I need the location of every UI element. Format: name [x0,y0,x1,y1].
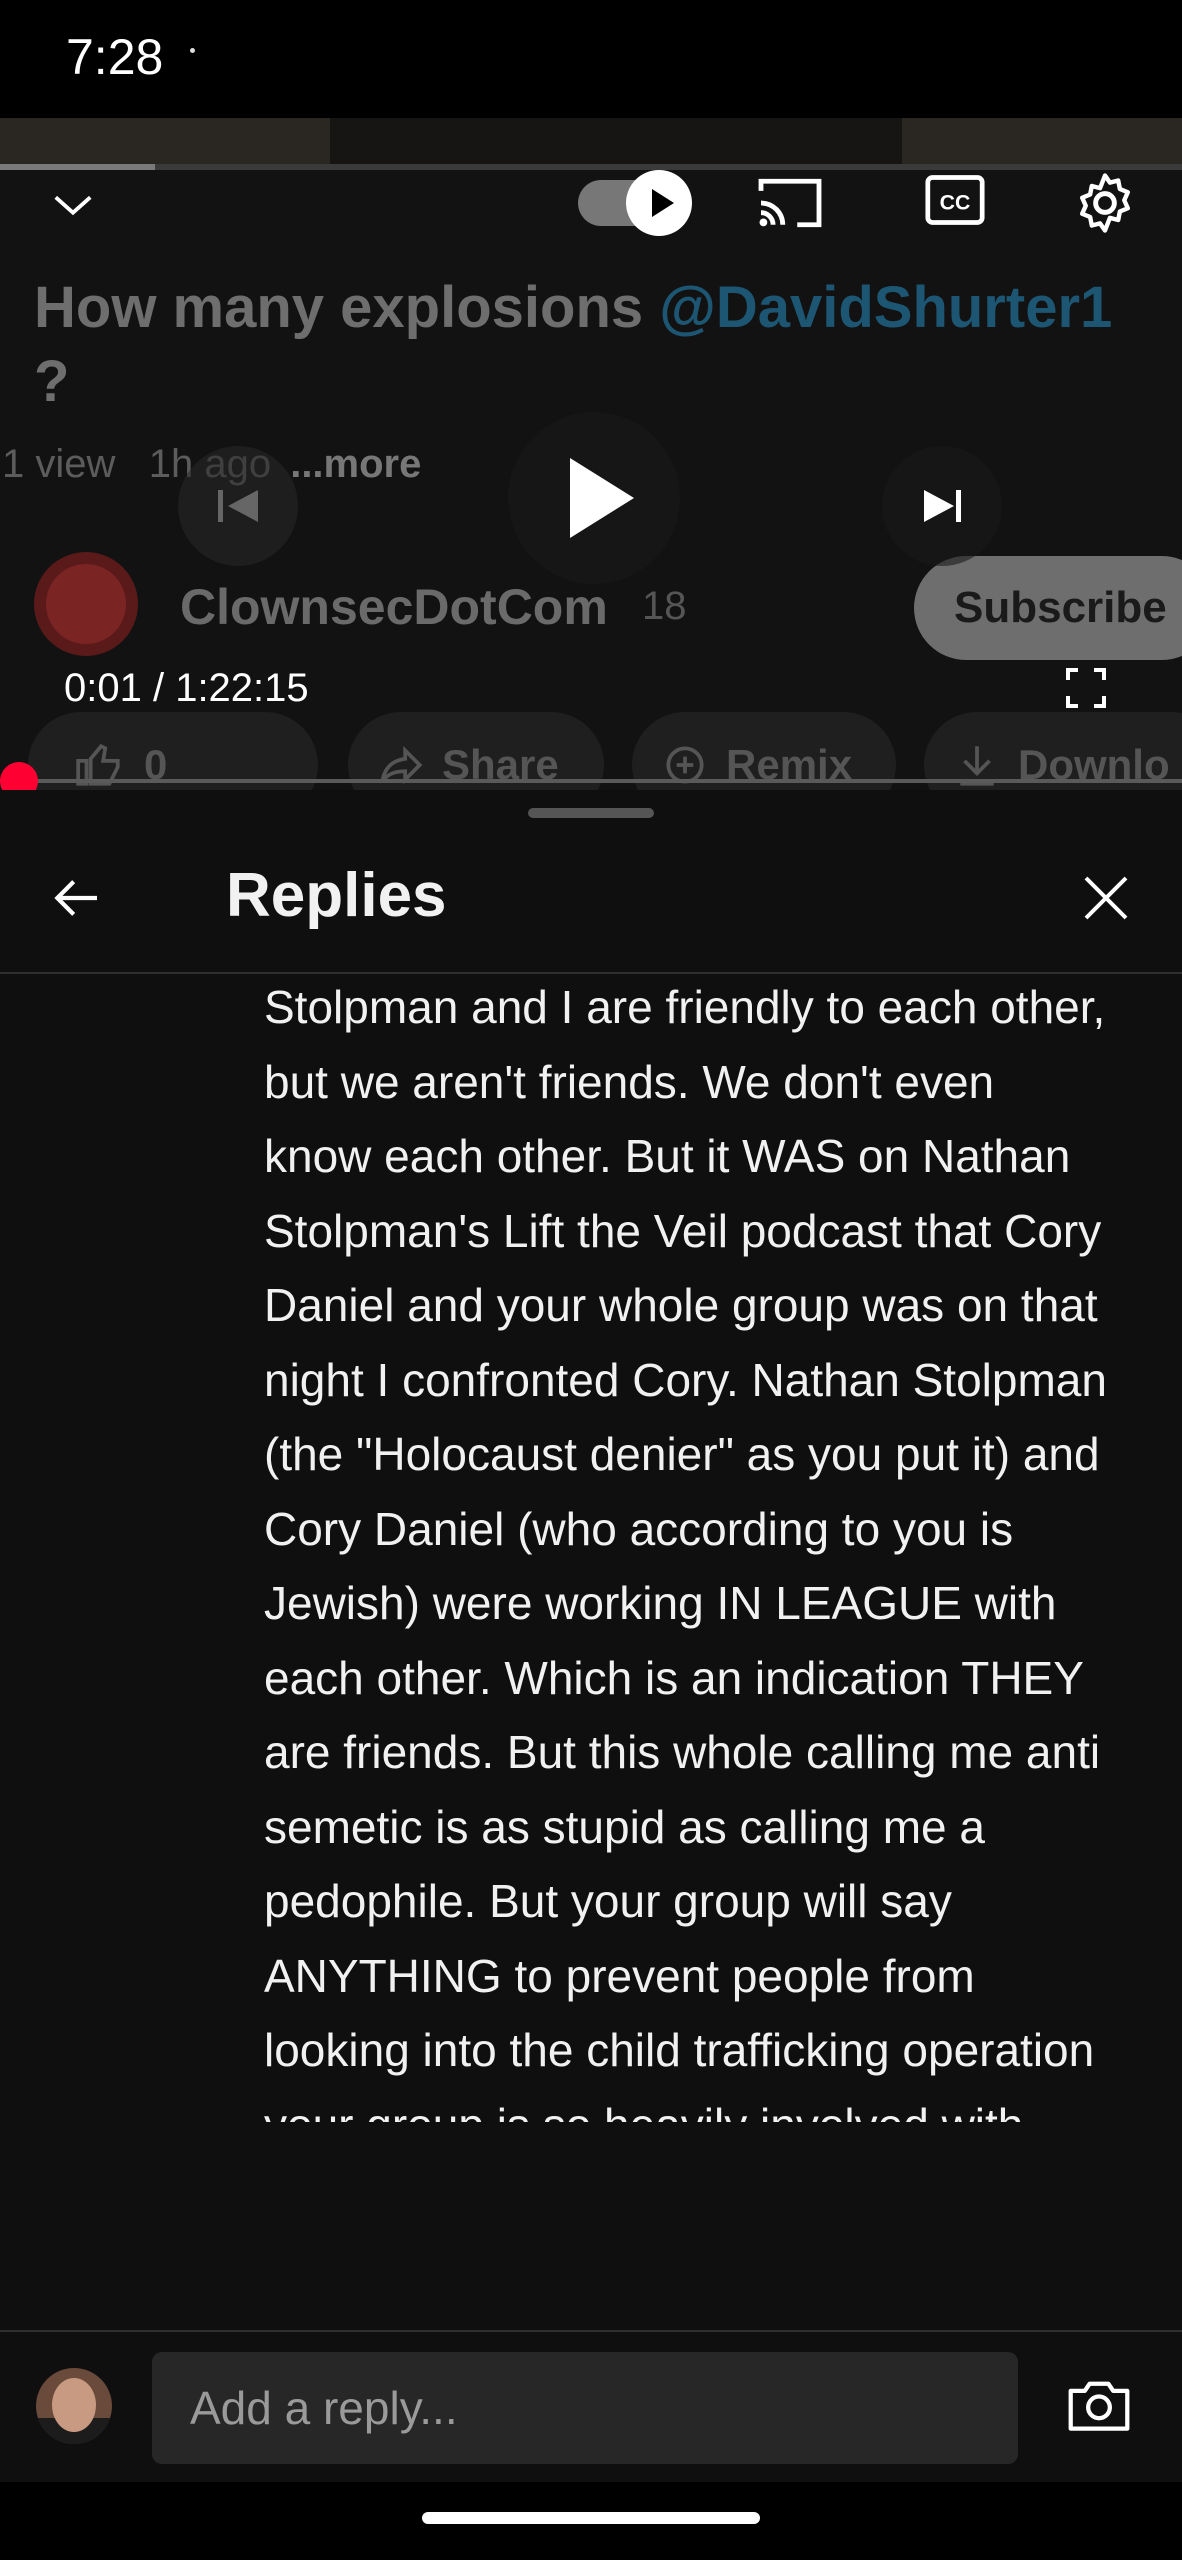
video-title-end: ? [34,349,70,414]
next-button[interactable] [882,446,1002,566]
camera-icon[interactable] [1066,2376,1132,2434]
status-bar: 7:28 [0,0,1182,118]
fullscreen-icon[interactable] [1062,664,1110,712]
video-frame [0,118,1182,168]
channel-logo-icon [46,564,126,644]
replies-sheet: Replies Stolpman and I are friendly to e… [0,790,1182,2560]
avatar [36,2368,112,2444]
video-title-mention[interactable]: @DavidShurter1 [659,275,1112,340]
system-nav-bar [0,2482,1182,2560]
more-link[interactable]: ...more [290,442,421,486]
channel-avatar[interactable] [34,552,138,656]
play-icon [570,458,634,538]
video-frame-center [330,118,902,168]
avatar-face [52,2378,96,2432]
time-display: 0:01 / 1:22:15 [64,666,309,710]
close-icon[interactable] [1076,868,1136,928]
reply-comment: Stolpman and I are friendly to each othe… [264,974,1114,2122]
sheet-title: Replies [226,861,447,930]
back-arrow-icon[interactable] [46,870,106,926]
reply-composer [0,2332,1182,2482]
skip-previous-icon [218,490,258,522]
play-button[interactable] [508,412,680,584]
svg-text:CC: CC [940,190,971,214]
reply-input[interactable] [152,2352,1018,2464]
cast-icon[interactable] [756,174,824,232]
gear-icon[interactable] [1072,170,1138,236]
subscriber-count: 18 [642,584,687,628]
sheet-header: Replies [0,830,1182,964]
video-player[interactable]: How many explosions @DavidShurter1 ? 1 v… [0,118,1182,790]
reply-text: Stolpman and I are friendly to each othe… [264,981,1107,2122]
seek-bar[interactable] [0,779,1182,783]
subscribe-button[interactable]: Subscribe [914,556,1182,660]
sheet-drag-handle[interactable] [528,808,654,818]
channel-name[interactable]: ClownsecDotCom [180,578,608,636]
status-time: 7:28 [66,29,164,85]
home-indicator[interactable] [422,2512,760,2524]
video-title-text: How many explosions [34,275,660,340]
closed-captions-icon[interactable]: CC [924,174,986,226]
chevron-down-icon[interactable] [50,182,96,228]
skip-next-icon [924,490,961,522]
autoplay-play-icon[interactable] [626,170,692,236]
notification-dot [190,48,195,53]
video-title: How many explosions @DavidShurter1 [34,268,1182,348]
previous-button[interactable] [178,446,298,566]
view-count: 1 view [2,442,116,486]
